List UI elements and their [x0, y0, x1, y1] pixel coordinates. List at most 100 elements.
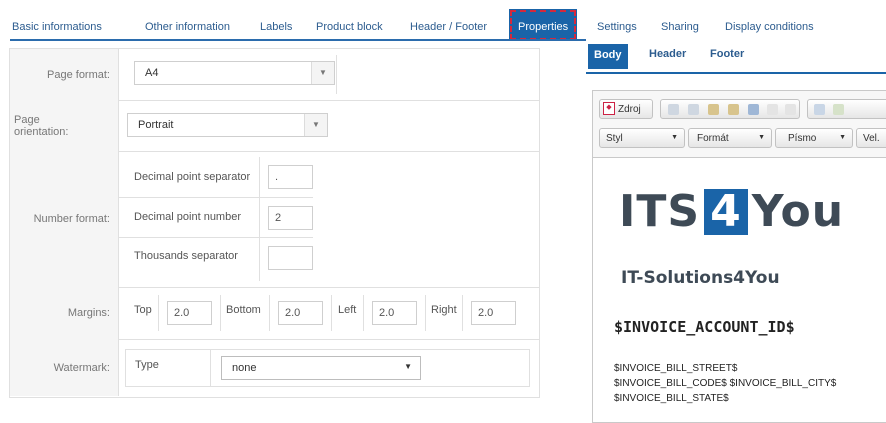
tab-labels[interactable]: Labels [260, 21, 292, 33]
paste-text-icon[interactable] [728, 104, 739, 115]
tab-other-information[interactable]: Other information [145, 21, 230, 33]
logo-text-its: ITS [619, 186, 701, 237]
thousands-separator-label: Thousands separator [134, 250, 238, 262]
page-orientation-value: Portrait [138, 119, 174, 131]
divider [331, 295, 332, 331]
style-label: Styl [606, 133, 623, 144]
margins-label-cell: Margins: [10, 287, 119, 339]
source-button[interactable]: ◆ Zdroj [599, 99, 653, 119]
divider [158, 295, 159, 331]
properties-form: Page format: A4 ▼ Page orientation: Port… [9, 48, 540, 398]
font-label: Písmo [788, 133, 817, 144]
logo-text-4: 4 [704, 189, 748, 235]
company-logo: ITS 4 You [619, 186, 844, 237]
margins-label: Margins: [67, 307, 110, 319]
chevron-down-icon: ▼ [304, 114, 327, 136]
source-icon: ◆ [603, 102, 615, 115]
redo-icon[interactable] [785, 104, 796, 115]
number-format-label-cell: Number format: [10, 151, 119, 287]
thousands-separator-input[interactable] [268, 246, 313, 270]
page-orientation-select[interactable]: Portrait ▼ [127, 113, 328, 137]
tab-settings[interactable]: Settings [597, 21, 637, 33]
invoice-account-id: $INVOICE_ACCOUNT_ID$ [614, 318, 795, 336]
divider [462, 295, 463, 331]
divider [118, 237, 313, 238]
paste-icon[interactable] [708, 104, 719, 115]
divider [336, 55, 337, 94]
paste-word-icon[interactable] [748, 104, 759, 115]
replace-icon[interactable] [833, 104, 844, 115]
tab-bar: Basic informations Other information Lab… [0, 0, 886, 41]
copy-icon[interactable] [688, 104, 699, 115]
tab-display-conditions[interactable]: Display conditions [725, 21, 814, 33]
caret-down-icon: ▼ [839, 134, 846, 141]
margin-left-input[interactable]: 2.0 [372, 301, 417, 325]
divider [269, 295, 270, 331]
format-label: Formát [697, 133, 729, 144]
page-format-select[interactable]: A4 ▼ [134, 61, 335, 85]
rich-text-editor: ◆ Zdroj Styl ▼ Formát ▼ Písmo ▼ Vel. ITS… [592, 90, 886, 423]
margin-bottom-label: Bottom [226, 304, 261, 316]
format-select[interactable]: Formát ▼ [688, 128, 772, 148]
font-select[interactable]: Písmo ▼ [775, 128, 853, 148]
margin-top-input[interactable]: 2.0 [167, 301, 212, 325]
margins-row: Margins: Top 2.0 Bottom 2.0 Left 2.0 Rig… [10, 287, 539, 340]
clipboard-toolbar-group [660, 99, 800, 119]
margin-bottom-input[interactable]: 2.0 [278, 301, 323, 325]
divider [259, 157, 260, 281]
page-format-row: Page format: A4 ▼ [10, 49, 539, 101]
page-format-label: Page format: [47, 68, 110, 81]
invoice-bill-state: $INVOICE_BILL_STATE$ [614, 393, 729, 404]
editor-tab-bar: Body Header Footer [586, 40, 886, 74]
decimal-number-input[interactable]: 2 [268, 206, 313, 230]
divider [118, 197, 313, 198]
divider [363, 295, 364, 331]
style-select[interactable]: Styl ▼ [599, 128, 685, 148]
find-toolbar-group [807, 99, 886, 119]
watermark-label: Watermark: [53, 361, 110, 374]
caret-down-icon: ▼ [758, 134, 765, 141]
margin-right-input[interactable]: 2.0 [471, 301, 516, 325]
page-format-label-cell: Page format: [10, 49, 119, 100]
editor-tab-footer[interactable]: Footer [710, 48, 744, 60]
company-slogan: IT-Solutions4You [621, 268, 780, 288]
number-format-label: Number format: [33, 213, 110, 225]
page-format-value: A4 [145, 67, 159, 79]
logo-text-you: You [751, 186, 845, 237]
watermark-label-cell: Watermark: [10, 339, 119, 396]
decimal-separator-input[interactable]: . [268, 165, 313, 189]
divider [220, 295, 221, 331]
undo-icon[interactable] [767, 104, 778, 115]
watermark-type-value: none [232, 362, 257, 374]
tab-sharing[interactable]: Sharing [661, 21, 699, 33]
invoice-bill-street: $INVOICE_BILL_STREET$ [614, 363, 738, 374]
watermark-group: Type none ▼ [125, 349, 530, 387]
divider [425, 295, 426, 331]
number-format-row: Number format: Decimal point separator .… [10, 151, 539, 288]
decimal-separator-label: Decimal point separator [134, 171, 251, 183]
editor-content[interactable]: ITS 4 You IT-Solutions4You $INVOICE_ACCOUN… [593, 157, 886, 422]
size-label: Vel. [863, 133, 880, 144]
margin-top-label: Top [134, 304, 152, 316]
tab-underline [10, 39, 586, 41]
chevron-down-icon: ▼ [311, 62, 334, 84]
page-orientation-label: Page orientation: [14, 113, 69, 138]
tab-header-footer[interactable]: Header / Footer [410, 21, 487, 33]
invoice-bill-code-city: $INVOICE_BILL_CODE$ $INVOICE_BILL_CITY$ [614, 378, 837, 389]
caret-down-icon: ▼ [404, 362, 412, 371]
decimal-number-label: Decimal point number [134, 211, 241, 223]
size-select[interactable]: Vel. [856, 128, 886, 148]
find-icon[interactable] [814, 104, 825, 115]
watermark-row: Watermark: Type none ▼ [10, 339, 539, 396]
source-label: Zdroj [618, 104, 641, 115]
page-orientation-row: Page orientation: Portrait ▼ [10, 100, 539, 152]
editor-tab-body[interactable]: Body [588, 44, 628, 69]
tab-basic-informations[interactable]: Basic informations [12, 21, 102, 33]
margin-right-label: Right [431, 304, 457, 316]
cut-icon[interactable] [668, 104, 679, 115]
editor-tab-header[interactable]: Header [649, 48, 686, 60]
page-orientation-label-cell: Page orientation: [10, 100, 119, 151]
tab-properties[interactable]: Properties [508, 9, 578, 41]
watermark-type-select[interactable]: none ▼ [221, 356, 421, 380]
tab-product-block[interactable]: Product block [316, 21, 383, 33]
